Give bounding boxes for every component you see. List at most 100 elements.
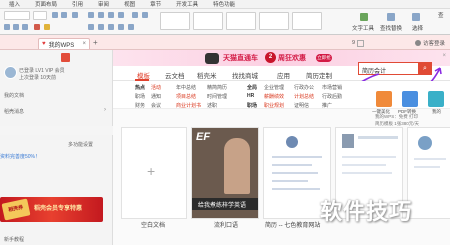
tab-my-wps[interactable]: ♥ 我的WPS × (38, 38, 90, 49)
resume-label[interactable]: 简历 -- 七色教育网站 (265, 220, 320, 229)
more-settings[interactable]: 多功能设置 (68, 141, 93, 148)
align-left-icon[interactable] (88, 24, 94, 30)
cat-business-plan[interactable]: 商业计划书 (176, 102, 201, 109)
show-marks-icon[interactable] (142, 12, 148, 18)
select-icon[interactable] (412, 13, 420, 21)
cat-hot[interactable]: 热点 (135, 84, 145, 91)
cat-enterprise[interactable]: 企业管理 (264, 84, 284, 91)
menu-item-insert[interactable]: 插入 (9, 0, 20, 8)
cat-certificate[interactable]: 证明信 (294, 102, 309, 109)
english-course-card[interactable]: EF 给我煮练梓学英语 (191, 127, 259, 219)
mine-button[interactable]: 我的 (428, 91, 444, 114)
style-gallery-1[interactable] (160, 12, 190, 30)
template-cards: + EF 给我煮练梓学英语 空白文档 流利口语 简历 -- 七色教育网站 (113, 123, 450, 245)
pdf-convert-button[interactable]: PDF转换 (398, 91, 418, 114)
bottom-link[interactable]: 新手教程 (4, 236, 24, 243)
progress-text[interactable]: 资料完善度50%！ (0, 153, 40, 160)
messages-row[interactable]: 稻壳消息 (4, 108, 24, 115)
nav-cloud-docs[interactable]: 云文档 (165, 70, 185, 80)
notification-count[interactable]: 9 (352, 40, 355, 46)
user-icon (415, 40, 421, 46)
clear-format-icon[interactable] (72, 12, 78, 18)
english-course-label[interactable]: 流利口语 (214, 220, 238, 229)
cat-event[interactable]: 活动 (151, 84, 161, 91)
cat-notice[interactable]: 通知 (151, 93, 161, 100)
cat-promotion[interactable]: 推广 (322, 102, 332, 109)
close-icon[interactable]: × (442, 53, 446, 59)
line-spacing-icon[interactable] (128, 24, 134, 30)
cat-logistics[interactable]: 行政后勤 (322, 93, 342, 100)
find-replace-label[interactable]: 查找替换 (380, 24, 402, 32)
blank-doc-card[interactable]: + (121, 127, 187, 219)
beautify-button[interactable]: 一键美化 (372, 91, 392, 114)
text-tools-icon[interactable] (360, 13, 368, 21)
my-docs-row[interactable]: 我的文档 (4, 92, 24, 99)
window-icon[interactable] (357, 39, 365, 47)
chevron-right-icon[interactable]: › (104, 107, 106, 113)
nav-store[interactable]: 找找商城 (232, 70, 258, 80)
text-tools-label[interactable]: 文字工具 (352, 24, 374, 32)
cat-workplace[interactable]: 职场 (247, 102, 257, 109)
cat-time-mgmt[interactable]: 时间管理 (207, 93, 227, 100)
font-size-box[interactable] (33, 11, 47, 20)
grow-font-icon[interactable] (52, 12, 58, 18)
menu-item-page-layout[interactable]: 页面布局 (35, 0, 57, 8)
gift-icon[interactable] (61, 53, 70, 62)
resume-card-3[interactable] (407, 127, 450, 219)
cat-marketing[interactable]: 市场营销 (322, 84, 342, 91)
cat-career[interactable]: 职场 (135, 93, 145, 100)
style-gallery-5[interactable] (292, 12, 322, 30)
cat-summary[interactable]: 计划总结 (294, 93, 314, 100)
promo-text: 稻壳会员专享特惠 (34, 206, 83, 212)
blank-doc-label[interactable]: 空白文档 (141, 220, 165, 229)
nav-apps[interactable]: 应用 (277, 70, 290, 80)
menu-item-view[interactable]: 视图 (124, 0, 135, 8)
select-label[interactable]: 选择 (412, 24, 423, 32)
font-name-box[interactable] (4, 11, 30, 20)
cat-simple-resume[interactable]: 精简简历 (207, 84, 227, 91)
number-list-icon[interactable] (98, 12, 104, 18)
italic-icon[interactable] (13, 24, 19, 30)
indent-icon[interactable] (108, 12, 114, 18)
find-replace-icon[interactable] (387, 13, 395, 21)
add-tab-button[interactable]: + (93, 38, 98, 47)
cat-all[interactable]: 全局 (247, 84, 257, 91)
nav-resume[interactable]: 简历定制 (306, 70, 332, 80)
avatar[interactable] (4, 66, 17, 79)
cat-admin[interactable]: 行政办公 (294, 84, 314, 91)
bold-icon[interactable] (4, 24, 10, 30)
resume-line (414, 158, 446, 160)
nav-daoke[interactable]: 稻壳米 (197, 70, 217, 80)
highlight-icon[interactable] (44, 24, 50, 30)
underline-icon[interactable] (22, 24, 28, 30)
menu-item-developer[interactable]: 开发工具 (176, 0, 198, 8)
menu-item-chapter[interactable]: 章节 (150, 0, 161, 8)
cat-report[interactable]: 述职 (207, 102, 217, 109)
cat-planning[interactable]: 职业规划 (264, 102, 284, 109)
shrink-font-icon[interactable] (61, 12, 67, 18)
style-gallery-4[interactable] (259, 12, 289, 30)
outdent-icon[interactable] (118, 12, 124, 18)
menu-item-review[interactable]: 审阅 (98, 0, 109, 8)
align-right-icon[interactable] (108, 24, 114, 30)
menu-item-features[interactable]: 特色功能 (213, 0, 235, 8)
bullet-list-icon[interactable] (88, 12, 94, 18)
ad-button[interactable]: 立即抢 (316, 54, 332, 62)
style-gallery-2[interactable] (193, 12, 223, 30)
promo-banner[interactable]: 稻壳券 稻壳会员专享特惠 (0, 197, 103, 222)
cat-salary[interactable]: 薪酬绩效 (264, 93, 284, 100)
cat-meeting[interactable]: 会议 (151, 102, 161, 109)
close-tab-icon[interactable]: × (82, 41, 86, 47)
cat-hr[interactable]: HR (247, 93, 254, 99)
cat-project[interactable]: 项目总结 (176, 93, 196, 100)
font-color-icon[interactable] (34, 24, 40, 30)
cat-finance[interactable]: 财务 (135, 102, 145, 109)
justify-icon[interactable] (118, 24, 124, 30)
align-center-icon[interactable] (98, 24, 104, 30)
sort-icon[interactable] (132, 12, 138, 18)
menu-item-reference[interactable]: 引用 (72, 0, 83, 8)
username[interactable]: 已登录 LV1 VIP 会员 (19, 67, 65, 74)
login-label[interactable]: 访客登录 (423, 39, 445, 47)
cat-midyear[interactable]: 年中总结 (176, 84, 196, 91)
style-gallery-3[interactable] (226, 12, 256, 30)
